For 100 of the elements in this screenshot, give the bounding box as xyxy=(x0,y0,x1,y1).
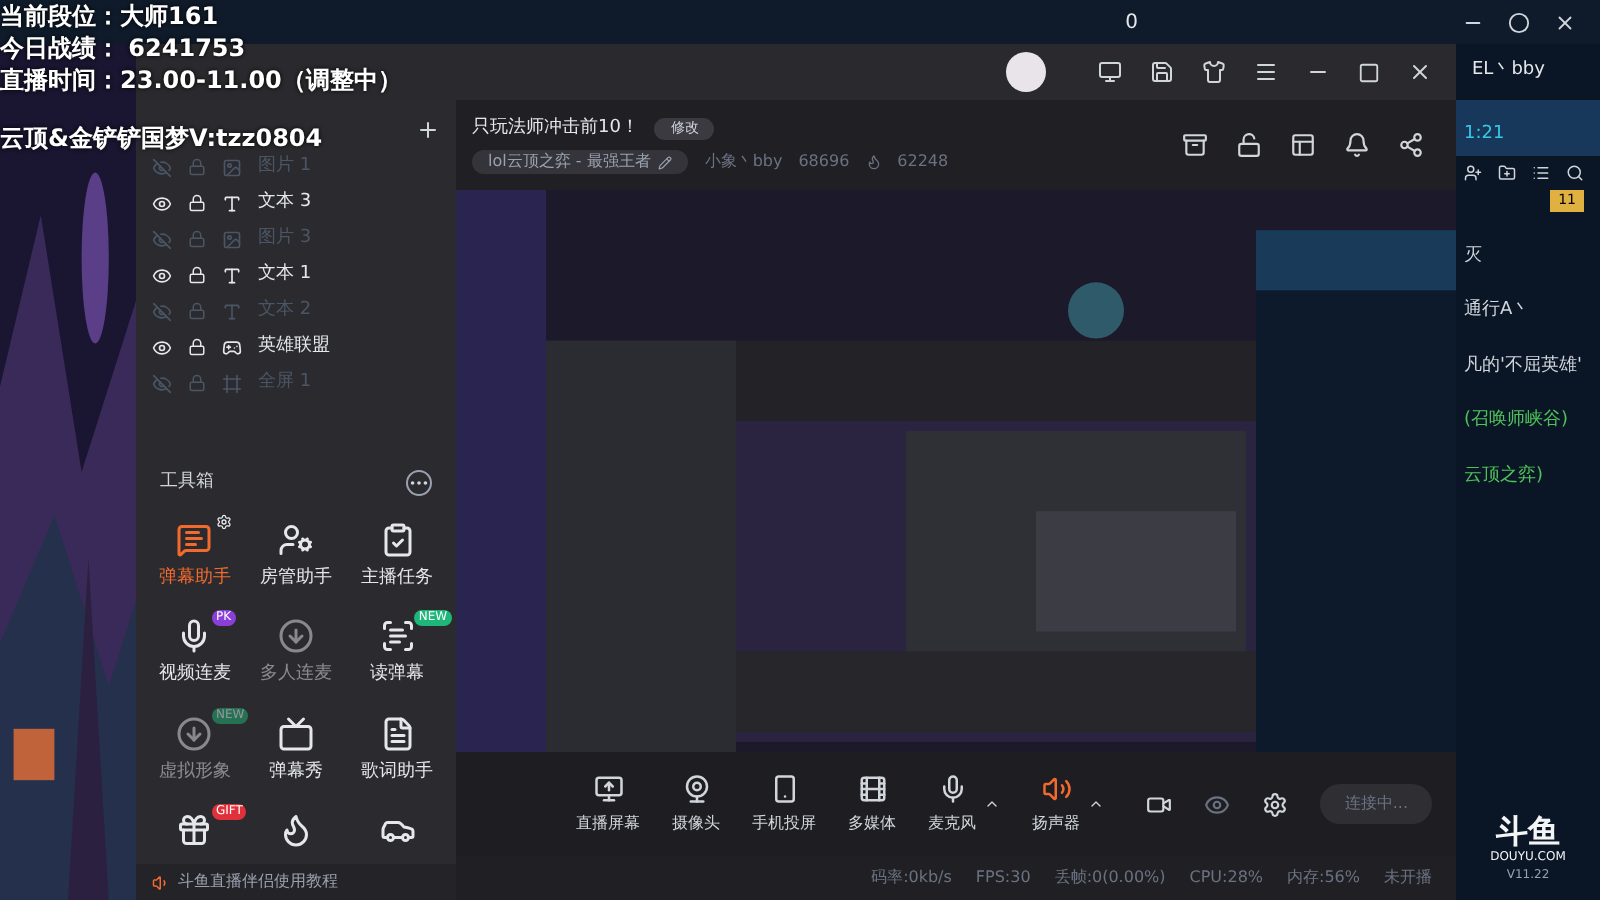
toolbox-title: 工具箱 xyxy=(160,470,214,496)
media-icon xyxy=(857,773,887,803)
close-icon[interactable] xyxy=(1554,11,1576,33)
status-text: 内存:56% xyxy=(1287,866,1360,890)
status-text: 丢帧:0(0.00%) xyxy=(1054,866,1166,890)
shirt-icon[interactable] xyxy=(1202,60,1226,84)
show-icon xyxy=(277,715,314,751)
text-icon xyxy=(222,265,242,285)
tool-item[interactable]: 弹幕助手 xyxy=(144,521,246,592)
eye-icon[interactable] xyxy=(152,193,172,213)
camera-icon[interactable] xyxy=(1146,791,1173,817)
tool-label: 虚拟形象 xyxy=(158,759,231,785)
speaker-icon xyxy=(152,873,170,891)
tool-item[interactable]: 主播任务 xyxy=(346,521,448,592)
chat-text: 云顶之弈) xyxy=(1464,463,1546,489)
share-icon[interactable] xyxy=(1398,132,1424,158)
tool-item[interactable]: 弹幕秀 xyxy=(245,715,347,786)
add-friend-icon[interactable] xyxy=(1464,164,1482,182)
layer-item[interactable]: 文本 3 xyxy=(152,188,456,218)
search-icon[interactable] xyxy=(1566,164,1584,182)
layer-item[interactable]: 文本 1 xyxy=(152,260,456,290)
overlay-text: 云顶&金铲铲国梦V:tzz0804 xyxy=(0,122,325,154)
category-tag[interactable]: lol云顶之弈 - 最强王者 xyxy=(472,150,689,175)
close-icon[interactable] xyxy=(1408,60,1432,84)
eye-icon[interactable] xyxy=(152,337,172,357)
phone-icon xyxy=(769,773,799,803)
maximize-icon[interactable] xyxy=(1358,61,1380,83)
lock-icon[interactable] xyxy=(188,266,206,284)
chat-text: 通行A丶 xyxy=(1464,298,1533,324)
source-button[interactable]: 麦克风 xyxy=(928,773,976,835)
list-icon[interactable] xyxy=(1532,164,1550,182)
layer-name: 英雄联盟 xyxy=(258,333,330,360)
lyrics-icon xyxy=(379,715,416,751)
tool-label: 主播任务 xyxy=(361,565,434,591)
eye-icon[interactable] xyxy=(152,265,172,285)
gear-icon[interactable] xyxy=(216,513,232,529)
tool-label: 弹幕助手 xyxy=(158,565,231,591)
lock-icon[interactable] xyxy=(188,338,206,356)
screen-icon xyxy=(593,773,623,803)
status-text: FPS:30 xyxy=(975,866,1031,890)
tool-label: 视频连麦 xyxy=(158,662,231,688)
chat-text: 灭 xyxy=(1464,243,1484,269)
coin-count: 0 xyxy=(1125,9,1138,37)
archive-icon[interactable] xyxy=(1182,132,1208,158)
chat-text: (召唤师峡谷) xyxy=(1464,408,1571,434)
tool-label: 弹幕秀 xyxy=(268,759,323,785)
avatar-icon xyxy=(176,715,213,751)
image-icon xyxy=(222,157,242,177)
read-icon xyxy=(379,618,416,654)
streamer-name: 小象丶bby xyxy=(704,150,783,175)
overlay-text: 直播时间：23.00-11.00（调整中） xyxy=(0,64,402,96)
image-icon xyxy=(222,229,242,249)
lock-icon[interactable] xyxy=(188,194,206,212)
tool-item[interactable]: 歌词助手 xyxy=(346,715,448,786)
speaker-icon xyxy=(1041,773,1071,803)
monitor-icon[interactable] xyxy=(1098,60,1122,84)
flame-icon xyxy=(865,154,882,171)
caret-icon[interactable] xyxy=(1088,796,1104,812)
task-icon xyxy=(379,521,416,557)
save-icon[interactable] xyxy=(1150,60,1174,84)
overlay-text: 当前段位：大师161 xyxy=(0,0,221,32)
mic-icon xyxy=(937,773,967,803)
gift-icon xyxy=(176,812,213,848)
tool-label: 房管助手 xyxy=(259,565,332,591)
camera-icon xyxy=(681,773,711,803)
source-button[interactable]: 摄像头 xyxy=(672,773,720,835)
source-button[interactable]: 直播屏幕 xyxy=(576,773,640,835)
layer-name: 文本 3 xyxy=(258,189,312,216)
status-text: 未开播 xyxy=(1384,866,1432,890)
avatar[interactable] xyxy=(1006,52,1046,92)
layout-icon[interactable] xyxy=(1290,132,1316,158)
layer-item[interactable]: 英雄联盟 xyxy=(152,332,456,362)
screen-icon xyxy=(222,373,242,393)
menu-icon[interactable] xyxy=(1254,60,1278,84)
game-icon xyxy=(222,337,242,357)
tool-label: 读弹幕 xyxy=(370,662,425,688)
text-icon xyxy=(222,301,242,321)
bell-icon[interactable] xyxy=(1344,132,1370,158)
text-icon xyxy=(222,193,242,213)
tool-label: 多人连麦 xyxy=(259,662,332,688)
source-button[interactable]: 多媒体 xyxy=(848,773,896,835)
tool-item[interactable]: 房管助手 xyxy=(245,521,347,592)
user-name: EL丶bby xyxy=(1472,58,1545,85)
status-text: CPU:28% xyxy=(1189,866,1264,890)
layer-name: 文本 1 xyxy=(258,261,312,288)
overlay-text: 今日战绩： 6241753 xyxy=(0,32,248,64)
danmu-icon xyxy=(176,521,213,557)
source-button[interactable]: 扬声器 xyxy=(1032,773,1080,835)
caret-icon[interactable] xyxy=(984,796,1000,812)
status-text: 码率:0kb/s xyxy=(871,866,952,890)
more-icon[interactable] xyxy=(406,470,432,497)
folder-icon[interactable] xyxy=(1498,164,1516,182)
unlock-icon[interactable] xyxy=(1236,132,1262,158)
pencil-icon xyxy=(658,155,673,170)
timer: 1:21 xyxy=(1464,121,1505,147)
multi-icon xyxy=(277,618,314,654)
source-button[interactable]: 手机投屏 xyxy=(752,773,816,835)
add-icon[interactable] xyxy=(416,118,440,142)
room-number: 68696 xyxy=(798,150,850,175)
admin-icon xyxy=(277,521,314,557)
